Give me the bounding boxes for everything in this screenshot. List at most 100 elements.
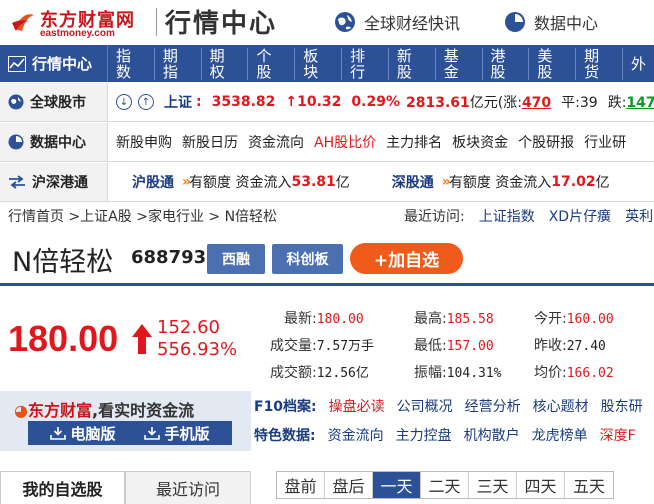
f10-shareholders[interactable]: 股东研 bbox=[601, 396, 643, 416]
special-dragon-tiger[interactable]: 龙虎榜单 bbox=[532, 425, 588, 445]
quote-volume: 成交量:7.57万手 bbox=[270, 335, 374, 355]
turnover-unit: 亿元(涨: bbox=[469, 95, 522, 111]
period-tab-4d[interactable]: 四天 bbox=[517, 472, 565, 498]
f10-business-analysis[interactable]: 经营分析 bbox=[465, 396, 521, 416]
quote-amplitude: 振幅:104.31% bbox=[414, 362, 502, 382]
price-change-pct: 556.93% bbox=[157, 339, 238, 360]
global-market-body: ↓ ↑ 上证 : 3538.82 ↑10.32 0.29% 2813.61亿元(… bbox=[108, 92, 654, 112]
down-label: 跌: bbox=[607, 95, 627, 111]
special-depth[interactable]: 深度F bbox=[600, 425, 636, 445]
globe-small-icon bbox=[8, 94, 24, 110]
special-fund-flow[interactable]: 资金流向 bbox=[328, 425, 384, 445]
sh-connect-value: 53.81 bbox=[291, 174, 336, 190]
nav-item-funds[interactable]: 基金 bbox=[436, 47, 483, 80]
sz-connect-value: 17.02 bbox=[551, 174, 596, 190]
mobile-version-label: 手机版 bbox=[164, 424, 210, 443]
arrow-up-icon bbox=[132, 324, 152, 354]
header-link-data[interactable]: 数据中心 bbox=[504, 10, 598, 34]
index-name-link[interactable]: 上证 bbox=[164, 92, 192, 112]
logo-sub: eastmoney.com bbox=[40, 28, 115, 39]
globe-icon bbox=[335, 12, 355, 32]
nav-item-stocks[interactable]: 个股 bbox=[248, 47, 296, 80]
nav-item-index[interactable]: 指数 bbox=[108, 47, 155, 80]
nav-item-ipo[interactable]: 新股 bbox=[389, 47, 436, 80]
nav-item-futures-index[interactable]: 期指 bbox=[155, 47, 202, 80]
special-institution-retail[interactable]: 机构散户 bbox=[464, 425, 520, 445]
tab-my-watchlist[interactable]: 我的自选股 bbox=[0, 471, 125, 504]
link-sector-fund[interactable]: 板块资金 bbox=[452, 132, 508, 152]
page-title: 行情中心 bbox=[165, 9, 278, 39]
link-ipo-subscribe[interactable]: 新股申购 bbox=[116, 132, 172, 152]
down-count[interactable]: 1471 bbox=[626, 95, 654, 111]
period-tab-1d[interactable]: 一天 bbox=[373, 472, 421, 498]
period-tab-3d[interactable]: 三天 bbox=[469, 472, 517, 498]
link-fund-flow[interactable]: 资金流向 bbox=[248, 132, 304, 152]
period-tab-2d[interactable]: 二天 bbox=[421, 472, 469, 498]
period-tab-afterhours[interactable]: 盘后 bbox=[325, 472, 373, 498]
link-industry-research[interactable]: 行业研 bbox=[584, 132, 626, 152]
header-link-news[interactable]: 全球财经快讯 bbox=[334, 10, 460, 34]
recent-link-yingli[interactable]: 英利 bbox=[625, 206, 653, 226]
quote-label: 今开: bbox=[534, 311, 567, 327]
index-change-value: 10.32 bbox=[297, 94, 342, 110]
data-center-links: 新股申购 新股日历 资金流向 AH股比价 主力排名 板块资金 个股研报 行业研 bbox=[108, 132, 626, 152]
nav-home[interactable]: 行情中心 bbox=[0, 45, 108, 82]
quote-value: 157.00 bbox=[446, 339, 494, 354]
quote-value: 12.56亿 bbox=[316, 366, 369, 381]
stock-connect-label[interactable]: 沪深港通 bbox=[0, 163, 108, 201]
quote-prev-close: 昨收:27.40 bbox=[534, 335, 606, 355]
data-center-label-text: 数据中心 bbox=[30, 135, 86, 151]
period-tab-5d[interactable]: 五天 bbox=[565, 472, 613, 498]
tab-recent-visits[interactable]: 最近访问 bbox=[125, 471, 251, 504]
recent-link-pzh[interactable]: XD片仔癀 bbox=[549, 206, 611, 226]
link-ah-ratio[interactable]: AH股比价 bbox=[314, 132, 376, 152]
sz-connect-link[interactable]: 深股通 bbox=[392, 172, 434, 192]
nav-item-us[interactable]: 美股 bbox=[529, 47, 577, 80]
nav-item-futures[interactable]: 期货 bbox=[576, 47, 623, 80]
sh-connect-link[interactable]: 沪股通 bbox=[132, 172, 174, 192]
nav-item-forex[interactable]: 外 bbox=[623, 56, 654, 72]
link-stock-research[interactable]: 个股研报 bbox=[518, 132, 574, 152]
nav-item-hk[interactable]: 港股 bbox=[483, 47, 530, 80]
special-data-row: 特色数据: 资金流向 主力控盘 机构散户 龙虎榜单 深度F bbox=[254, 421, 636, 449]
add-watchlist-button[interactable]: +加自选 bbox=[350, 243, 463, 274]
period-tabs: 盘前 盘后 一天 二天 三天 四天 五天 bbox=[276, 471, 614, 499]
tag-star-market-button[interactable]: 科创板 bbox=[272, 244, 343, 274]
nav-home-label: 行情中心 bbox=[32, 55, 93, 73]
breadcrumb: 行情首页 >上证A股 >家电行业 > N倍轻松 bbox=[8, 206, 277, 226]
up-count[interactable]: 470 bbox=[522, 95, 551, 111]
link-ipo-calendar[interactable]: 新股日历 bbox=[182, 132, 238, 152]
sh-connect-text: 有额度 资金流入 bbox=[189, 175, 292, 191]
chevron-right-icon: » bbox=[182, 174, 191, 190]
quote-value: 166.02 bbox=[566, 366, 614, 381]
arrow-down-circle-icon[interactable]: ↓ bbox=[116, 94, 132, 110]
quote-value: 27.40 bbox=[566, 339, 606, 354]
data-center-label[interactable]: 数据中心 bbox=[0, 123, 108, 161]
logo[interactable]: 东方财富网 eastmoney.com bbox=[10, 6, 150, 40]
link-main-rank[interactable]: 主力排名 bbox=[386, 132, 442, 152]
f10-must-read[interactable]: 操盘必读 bbox=[329, 396, 385, 416]
f10-company-profile[interactable]: 公司概况 bbox=[397, 396, 453, 416]
nav-item-options[interactable]: 期权 bbox=[202, 47, 249, 80]
special-main-control[interactable]: 主力控盘 bbox=[396, 425, 452, 445]
recent-link-sh-index[interactable]: 上证指数 bbox=[479, 206, 535, 226]
global-market-label[interactable]: 全球股市 bbox=[0, 83, 108, 121]
quote-avg: 均价:166.02 bbox=[534, 362, 614, 382]
nav-item-ranking[interactable]: 排行 bbox=[342, 47, 389, 80]
quote-label: 最高: bbox=[414, 311, 447, 327]
stock-connect-label-text: 沪深港通 bbox=[32, 175, 88, 191]
period-tab-premarket[interactable]: 盘前 bbox=[277, 472, 325, 498]
mobile-version-button[interactable]: 手机版 bbox=[122, 421, 232, 445]
breadcrumb-appliance[interactable]: >家电行业 bbox=[136, 209, 204, 225]
arrow-up-circle-icon[interactable]: ↑ bbox=[138, 94, 154, 110]
quote-value: 104.31% bbox=[446, 366, 502, 381]
exchange-icon bbox=[9, 175, 25, 189]
breadcrumb-home[interactable]: 行情首页 bbox=[8, 209, 64, 225]
quote-low: 最低:157.00 bbox=[414, 335, 494, 355]
tag-xirong-button[interactable]: 西融 bbox=[207, 244, 265, 274]
turnover: 2813.61亿元(涨:470 bbox=[406, 92, 551, 112]
quote-label: 成交额: bbox=[270, 365, 317, 381]
f10-core-theme[interactable]: 核心题材 bbox=[533, 396, 589, 416]
nav-item-sectors[interactable]: 板块 bbox=[295, 47, 343, 80]
breadcrumb-sh-a[interactable]: >上证A股 bbox=[68, 209, 131, 225]
